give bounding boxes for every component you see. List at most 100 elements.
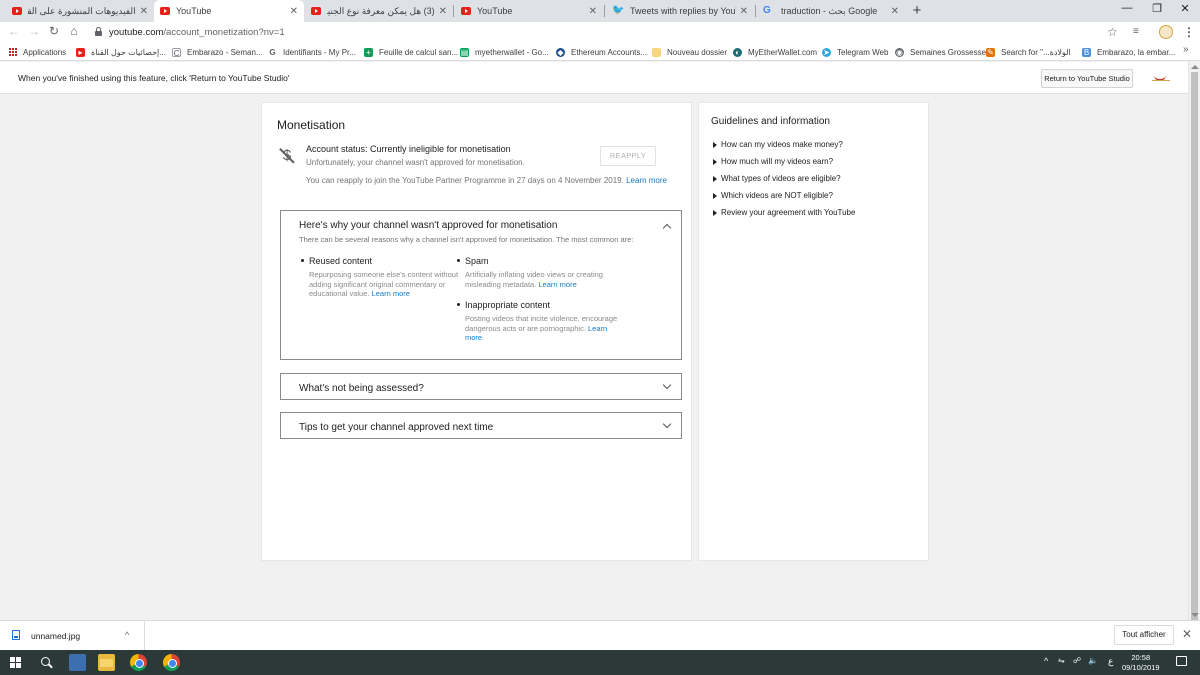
tab-6[interactable]: G traduction - بحث Google ✕ [757,0,905,22]
guideline-label: Which videos are NOT eligible? [721,191,833,200]
address-bar[interactable]: youtube.com/account_monetization?nv=1 [109,27,285,38]
tab-label: (3) هل يمكن معرفة نوع الجنين من [327,5,435,16]
reapply-button[interactable]: REAPPLY [600,146,656,166]
tab-close-icon[interactable]: ✕ [140,6,148,17]
bookmark-item[interactable]: ◐ MyEtherWallet.com [733,46,817,58]
reload-icon[interactable]: ↻ [46,24,62,38]
minimize-icon[interactable]: — [1117,2,1137,14]
tab-label: traduction - بحث Google [781,5,878,16]
download-item[interactable]: unnamed.jpg ^ [0,621,145,650]
tab-close-icon[interactable]: ✕ [589,6,597,17]
tab-close-icon[interactable]: ✕ [740,6,748,17]
windows-taskbar: ^ ⇋ ☍ 🔈 ع 20:58 09/10/2019 [0,650,1200,675]
bookmark-item[interactable]: + Feuille de calcul san... [364,46,458,58]
search-icon[interactable] [38,654,55,671]
money-off-icon: $ [280,147,294,165]
why-panel-title[interactable]: Here's why your channel wasn't approved … [299,220,557,231]
chrome-icon[interactable] [130,654,147,671]
globe-icon: ◉ [895,47,904,57]
bookmark-item[interactable]: ◉ Semaines Grossesse [895,46,986,58]
channel-logo-icon[interactable] [1152,73,1170,83]
guideline-link[interactable]: Which videos are NOT eligible? [713,191,833,200]
page-scrollbar[interactable] [1188,62,1200,620]
guidelines-title: Guidelines and information [711,116,830,127]
chrome-icon[interactable] [163,654,180,671]
profile-avatar-icon[interactable] [1159,25,1173,39]
network-icon[interactable]: ⇋ [1058,656,1065,665]
not-assessed-title[interactable]: What's not being assessed? [299,383,424,394]
bookmark-label: Applications [23,47,67,57]
guideline-link[interactable]: What types of videos are eligible? [713,174,841,183]
system-clock[interactable]: 20:58 09/10/2019 [1122,653,1160,673]
home-icon[interactable]: ⌂ [66,24,82,38]
bookmark-item[interactable]: B Embarazo, la embar... [1082,46,1175,58]
tab-2[interactable]: YouTube ✕ [154,0,304,22]
triangle-right-icon [713,192,717,199]
wifi-icon[interactable]: ☍ [1073,656,1081,665]
sheets-icon: + [364,47,373,57]
reason-learn-more-link[interactable]: Learn more [538,280,576,289]
windows-start-icon[interactable] [10,657,21,668]
menu-kebab-icon[interactable]: ⋮ [1183,25,1195,39]
guideline-link[interactable]: Review your agreement with YouTube [713,208,855,217]
folder-icon [652,47,661,57]
chevron-down-icon[interactable] [662,419,672,429]
bookmark-item[interactable]: C Embarazo - Seman... [172,46,263,58]
bookmark-item[interactable]: ✎ Search for "...الولادة [986,46,1071,58]
chevron-down-icon[interactable] [662,380,672,390]
url-path: /account_monetization?nv=1 [163,27,285,38]
input-language[interactable]: ع [1108,656,1113,667]
bookmark-item[interactable]: Nouveau dossier [652,46,727,58]
show-all-downloads-button[interactable]: Tout afficher [1114,625,1174,645]
reapply-learn-more-link[interactable]: Learn more [626,176,667,185]
bookmark-applications[interactable]: Applications [9,46,66,58]
scroll-down-arrow-icon[interactable] [1191,613,1199,617]
tab-close-icon[interactable]: ✕ [439,6,447,17]
file-explorer-icon[interactable] [98,654,115,671]
scrollbar-thumb[interactable] [1191,72,1198,620]
tips-title[interactable]: Tips to get your channel approved next t… [299,422,493,433]
media-control-icon[interactable]: ≡ [1133,26,1139,37]
chevron-up-icon[interactable] [662,223,672,233]
bookmarks-overflow-icon[interactable]: » [1183,44,1189,55]
tray-expand-icon[interactable]: ^ [1044,656,1048,666]
tab-5[interactable]: 🐦 Tweets with replies by YouTube C ✕ [606,0,754,22]
return-to-studio-button[interactable]: Return to YouTube Studio [1041,69,1133,88]
tab-1[interactable]: الفيديوهات المنشورة على القناة - ✕ [6,0,154,22]
bookmark-item[interactable]: ▤ myetherwallet - Go... [460,46,549,58]
app-icon[interactable] [69,654,86,671]
bookmark-item[interactable]: G Identifiants - My Pr... [268,46,356,58]
new-tab-button[interactable]: + [908,2,926,19]
twitter-favicon-icon: 🐦 [612,5,625,16]
tab-3[interactable]: (3) هل يمكن معرفة نوع الجنين من ✕ [305,0,453,22]
scroll-up-arrow-icon[interactable] [1191,65,1199,69]
tab-close-icon[interactable]: ✕ [290,6,298,17]
bookmark-item[interactable]: ➤ Telegram Web [822,46,888,58]
back-icon[interactable]: ← [6,24,22,38]
bookmark-label: Embarazo - Seman... [187,47,263,57]
clock-time: 20:58 [1131,653,1151,662]
bookmark-icon: ✎ [986,47,995,57]
reason-learn-more-link[interactable]: Learn more [372,289,410,298]
bookmark-star-icon[interactable]: ☆ [1107,25,1118,39]
tab-close-icon[interactable]: ✕ [891,6,899,17]
close-window-icon[interactable]: ✕ [1175,2,1195,15]
reapply-note-text: You can reapply to join the YouTube Part… [306,176,624,185]
tab-separator [604,5,605,17]
close-shelf-icon[interactable]: ✕ [1182,627,1192,641]
restore-icon[interactable]: ❐ [1147,2,1167,15]
tab-4[interactable]: YouTube ✕ [455,0,603,22]
bookmark-item[interactable]: ▸ إحصائيات حول القناة... [76,46,166,58]
not-assessed-panel[interactable]: What's not being assessed? [280,373,682,400]
guideline-link[interactable]: How can my videos make money? [713,140,843,149]
chevron-up-icon[interactable]: ^ [125,630,129,640]
reason-title: Reused content [301,256,459,266]
volume-icon[interactable]: 🔈 [1088,656,1098,665]
tips-panel[interactable]: Tips to get your channel approved next t… [280,412,682,439]
bookmark-item[interactable]: ◆ Ethereum Accounts... [556,46,647,58]
notification-icon[interactable] [1176,656,1187,666]
guideline-link[interactable]: How much will my videos earn? [713,157,833,166]
forward-icon[interactable]: → [26,24,42,38]
triangle-right-icon [713,141,717,148]
lock-icon[interactable] [95,27,102,36]
